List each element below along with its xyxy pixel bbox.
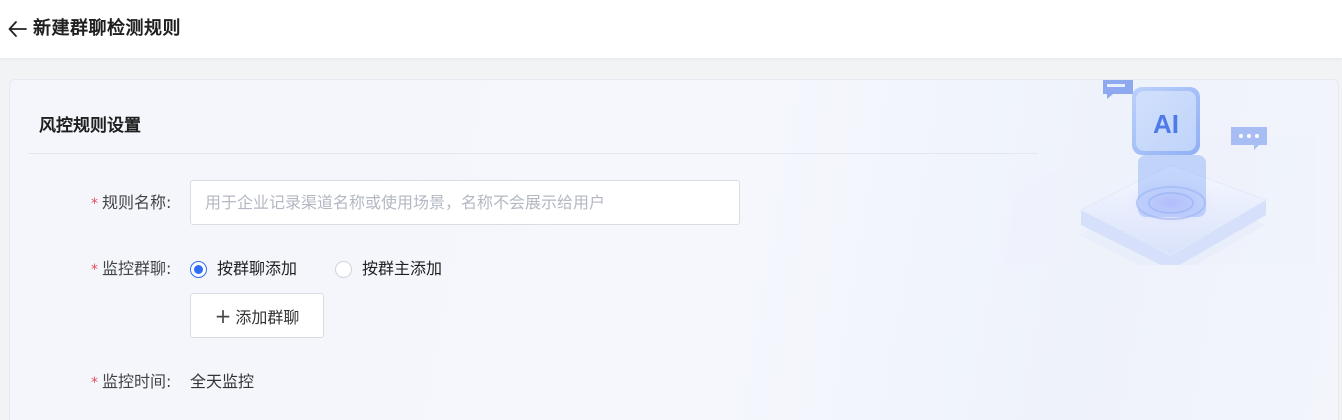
ai-badge-text: AI: [1153, 109, 1179, 139]
rule-name-input[interactable]: [190, 180, 740, 225]
monitor-time-value: 全天监控: [190, 372, 255, 391]
radio-by-owner[interactable]: 按群主添加: [335, 258, 442, 280]
ai-illustration: AI: [1005, 80, 1315, 265]
radio-by-group[interactable]: 按群聊添加: [190, 258, 297, 280]
plus-icon: +: [214, 303, 232, 328]
arrow-left-icon: [8, 21, 27, 37]
radio-label: 按群主添加: [362, 259, 443, 278]
required-mark: *: [91, 262, 98, 278]
section-title: 风控规则设置: [39, 116, 141, 136]
monitor-time-label: * 监控时间:: [91, 372, 172, 391]
top-bar: 新建群聊检测规则: [0, 0, 1342, 58]
monitor-group-label: * 监控群聊:: [91, 259, 172, 278]
radio-unchecked-icon: [335, 260, 352, 278]
required-mark: *: [91, 375, 98, 391]
add-group-button[interactable]: + 添加群聊: [190, 293, 324, 338]
back-button[interactable]: [6, 17, 30, 41]
radio-label: 按群聊添加: [217, 259, 298, 278]
add-group-label: 添加群聊: [235, 307, 300, 327]
rule-name-label: * 规则名称:: [91, 193, 172, 212]
required-mark: *: [91, 196, 98, 212]
page-title: 新建群聊检测规则: [33, 18, 181, 39]
radio-checked-icon: [190, 260, 207, 278]
section-divider: [28, 153, 1038, 154]
risk-rule-card: AI 风控规则设置 *规则名称: *监控群聊: 按群聊添加 按群主添加 + 添加…: [9, 79, 1339, 420]
